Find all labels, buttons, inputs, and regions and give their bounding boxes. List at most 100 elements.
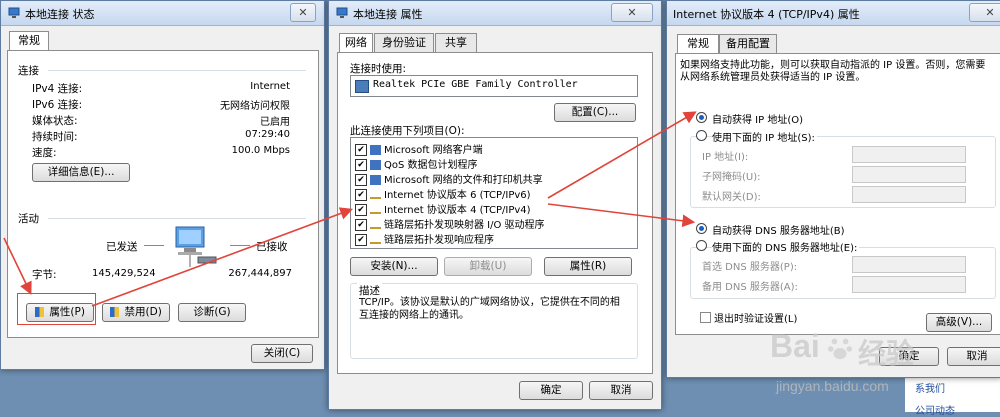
tab-authentication[interactable]: 身份验证: [374, 33, 434, 52]
configure-button[interactable]: 配置(C)...: [554, 103, 636, 122]
tab-sharing[interactable]: 共享: [435, 33, 477, 52]
section-activity: 活动: [18, 213, 39, 225]
preferred-dns-field[interactable]: [852, 256, 966, 273]
list-item[interactable]: ✔ 链路层拓扑发现映射器 I/O 驱动程序: [355, 216, 545, 231]
list-item[interactable]: ✔ Microsoft 网络的文件和打印机共享: [355, 171, 543, 186]
description-group: 描述 TCP/IP。该协议是默认的广域网络协议，它提供在不同的相互连接的网络上的…: [350, 283, 638, 359]
bytes-received-value: 267,444,897: [228, 268, 292, 279]
checkbox-checked-icon[interactable]: ✔: [355, 219, 367, 231]
description-text: TCP/IP。该协议是默认的广域网络协议，它提供在不同的相互连接的网络上的通讯。: [359, 297, 620, 321]
close-icon: ✕: [627, 6, 637, 19]
divider: [48, 70, 306, 71]
window-title: Internet 协议版本 4 (TCP/IPv4) 属性: [673, 8, 860, 21]
title-bar[interactable]: Internet 协议版本 4 (TCP/IPv4) 属性 ✕: [667, 1, 1000, 26]
adapter-icon: [355, 80, 369, 93]
shield-icon: [110, 307, 120, 317]
subnet-mask-label: 子网掩码(U):: [702, 172, 761, 183]
uninstall-button[interactable]: 卸载(U): [444, 257, 532, 276]
details-button[interactable]: 详细信息(E)...: [32, 163, 130, 182]
tab-label: 常规: [18, 34, 40, 47]
validate-checkbox[interactable]: [700, 312, 711, 323]
list-item-label: QoS 数据包计划程序: [384, 160, 478, 171]
close-window-button[interactable]: ✕: [611, 3, 653, 22]
disable-button-label: 禁用(D): [124, 306, 162, 318]
duration-value: 07:29:40: [245, 129, 290, 140]
manual-dns-radio[interactable]: [696, 240, 707, 251]
diagnose-button[interactable]: 诊断(G): [178, 303, 246, 322]
checkbox-checked-icon[interactable]: ✔: [355, 189, 367, 201]
sent-label: 已发送: [106, 241, 138, 253]
title-bar[interactable]: 本地连接 属性 ✕: [329, 1, 661, 26]
ipv6-label: IPv6 连接:: [32, 99, 83, 111]
bytes-sent-value: 145,429,524: [92, 268, 156, 279]
alternate-dns-label: 备用 DNS 服务器(A):: [702, 282, 798, 293]
manual-ip-radio[interactable]: [696, 130, 707, 141]
received-label: 已接收: [256, 241, 288, 253]
connection-properties-window: 本地连接 属性 ✕ 网络 身份验证 共享 连接时使用: Realtek PCIe…: [328, 0, 662, 410]
default-gateway-label: 默认网关(D):: [702, 192, 761, 203]
list-item[interactable]: ✔ Microsoft 网络客户端: [355, 141, 483, 156]
list-item-label: 链路层拓扑发现映射器 I/O 驱动程序: [384, 220, 545, 231]
checkbox-checked-icon[interactable]: ✔: [355, 174, 367, 186]
tab-label: 身份验证: [382, 36, 426, 49]
tab-alternate-config[interactable]: 备用配置: [719, 34, 777, 53]
network-icon: [336, 7, 348, 18]
default-gateway-field[interactable]: [852, 186, 966, 203]
ip-address-field[interactable]: [852, 146, 966, 163]
tab-label: 共享: [445, 36, 467, 49]
item-properties-button[interactable]: 属性(R): [544, 257, 632, 276]
list-item[interactable]: ✔ 链路层拓扑发现响应程序: [355, 231, 494, 246]
items-list[interactable]: ✔ Microsoft 网络客户端 ✔ QoS 数据包计划程序 ✔ Microsoft…: [350, 137, 638, 249]
tab-general[interactable]: 常规: [677, 34, 719, 55]
preferred-dns-label: 首选 DNS 服务器(P):: [702, 262, 798, 273]
watermark-url: jingyan.baidu.com: [776, 378, 889, 394]
protocol-icon: [370, 206, 381, 214]
auto-ip-label[interactable]: 自动获得 IP 地址(O): [712, 111, 803, 126]
adapter-name: Realtek PCIe GBE Family Controller: [373, 79, 578, 90]
checkbox-checked-icon[interactable]: ✔: [355, 144, 367, 156]
ip-address-label: IP 地址(I):: [702, 152, 749, 163]
tab-panel: 连接时使用: Realtek PCIe GBE Family Controlle…: [337, 52, 653, 374]
tab-label: 备用配置: [726, 37, 770, 50]
list-item[interactable]: ✔ QoS 数据包计划程序: [355, 156, 478, 171]
tab-general[interactable]: 常规: [9, 31, 49, 52]
list-item-label: Internet 协议版本 6 (TCP/IPv6): [384, 190, 531, 201]
install-button[interactable]: 安装(N)...: [350, 257, 438, 276]
service-icon: [370, 160, 381, 170]
subnet-mask-field[interactable]: [852, 166, 966, 183]
disable-button[interactable]: 禁用(D): [102, 303, 170, 322]
ipv4-value: Internet: [250, 81, 290, 92]
paw-icon: [827, 338, 853, 360]
checkbox-checked-icon[interactable]: ✔: [355, 234, 367, 246]
alternate-dns-field[interactable]: [852, 276, 966, 293]
auto-dns-radio[interactable]: [696, 223, 707, 234]
manual-ip-label[interactable]: 使用下面的 IP 地址(S):: [712, 129, 817, 144]
manual-dns-label[interactable]: 使用下面的 DNS 服务器地址(E):: [712, 239, 860, 254]
auto-ip-radio[interactable]: [696, 112, 707, 123]
network-computers-icon: [175, 226, 217, 267]
auto-dns-label[interactable]: 自动获得 DNS 服务器地址(B): [712, 222, 845, 237]
title-bar[interactable]: 本地连接 状态 ✕: [1, 1, 324, 26]
close-window-button[interactable]: ✕: [969, 3, 1000, 22]
window-title: 本地连接 属性: [353, 8, 423, 21]
baidu-watermark: Bai 经验 jingyan.baidu.com: [770, 320, 1000, 410]
protocol-icon: [370, 221, 381, 229]
close-icon: ✕: [985, 6, 995, 19]
tab-label: 常规: [687, 37, 709, 50]
list-item[interactable]: ✔ Internet 协议版本 6 (TCP/IPv6): [355, 186, 531, 201]
intro-text: 如果网络支持此功能，则可以获取自动指派的 IP 设置。否则，您需要从网络系统管理…: [680, 60, 986, 83]
checkbox-checked-icon[interactable]: ✔: [355, 159, 367, 171]
window-title: 本地连接 状态: [25, 8, 95, 21]
close-window-button[interactable]: ✕: [290, 3, 316, 22]
cancel-button[interactable]: 取消: [589, 381, 653, 400]
list-item-tcpipv4[interactable]: ✔ Internet 协议版本 4 (TCP/IPv4): [355, 201, 531, 216]
close-button[interactable]: 关闭(C): [251, 344, 313, 363]
speed-value: 100.0 Mbps: [231, 145, 290, 156]
checkbox-checked-icon[interactable]: ✔: [355, 204, 367, 216]
media-state-value: 已启用: [260, 117, 290, 128]
tab-network[interactable]: 网络: [339, 33, 373, 54]
adapter-box: Realtek PCIe GBE Family Controller: [350, 75, 638, 97]
list-item-label: Microsoft 网络的文件和打印机共享: [384, 175, 543, 186]
media-state-label: 媒体状态:: [32, 115, 78, 127]
ok-button[interactable]: 确定: [519, 381, 583, 400]
